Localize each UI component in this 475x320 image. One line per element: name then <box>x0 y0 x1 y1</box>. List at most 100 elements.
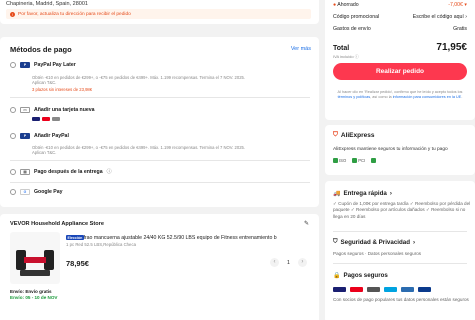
option-label: Google Pay <box>34 189 63 195</box>
product-title[interactable]: Sfrao mancuerna ajustable 24/40 KG 52.5/… <box>66 235 311 241</box>
option-label: Añadir una tarjeta nueva <box>34 107 95 113</box>
see-more-link[interactable]: Ver más <box>291 46 311 52</box>
divider <box>333 231 467 232</box>
trust-card: ⛉ AliExpress AliExpress mantiene seguros… <box>325 125 475 175</box>
aliexpress-logo: ⛉ AliExpress <box>333 131 375 139</box>
card-icon <box>418 287 431 292</box>
mastercard-icon <box>42 117 50 121</box>
legal-text: Al hacer clic en 'Realizar pedido', conf… <box>337 90 463 99</box>
lock-icon: 🔒 <box>333 273 341 279</box>
truck-icon: 🚚 <box>333 191 341 197</box>
product-variant[interactable]: 1 pc Red 52.5 LBS,República Checa <box>66 242 136 247</box>
saved-row: ● Ahorrado -7,00€ ▾ <box>333 2 467 8</box>
card-brand-icon <box>52 117 60 121</box>
benefits-card: 🚚 Entrega rápida › ✓ Cupón de 1,00€ por … <box>325 181 475 320</box>
radio-button[interactable] <box>10 189 16 195</box>
address-warning[interactable]: ! Por favor, actualiza tu dirección para… <box>6 9 311 19</box>
google-pay-icon: G <box>20 189 30 195</box>
visa-icon <box>32 117 40 121</box>
divider <box>10 182 310 183</box>
option-label: Añadir PayPal <box>34 133 69 139</box>
eu-info-link[interactable]: información para consumidores en la UE <box>393 95 462 99</box>
shield-icon: ⛉ <box>333 131 338 138</box>
delivery-text: ✓ Cupón de 1,00€ por entrega tardía ✓ Re… <box>333 201 471 219</box>
warning-icon: ! <box>10 11 15 17</box>
payment-option-cod[interactable]: ▤ Pago después de la entrega ⓘ <box>10 168 112 175</box>
option-note: Aplican T&C. <box>32 80 57 85</box>
total-value: 71,95€ <box>436 42 467 53</box>
address-warning-text: Por favor, actualiza tu dirección para r… <box>18 11 131 17</box>
shipping-label: Gastos de envío <box>333 26 371 32</box>
security-heading[interactable]: ⛉ Seguridad & Privacidad › <box>333 239 415 246</box>
store-name[interactable]: VEVOR Household Appliance Store <box>10 221 104 227</box>
cert-badges: ISO PCI <box>333 158 377 163</box>
iso-badge: ISO <box>333 158 346 163</box>
increase-button[interactable]: › <box>297 258 307 267</box>
radio-button[interactable] <box>10 62 16 68</box>
payment-option-paypal[interactable]: P Añadir PayPal <box>10 133 69 139</box>
card-icon <box>401 287 414 292</box>
saved-value[interactable]: -7,00€ ▾ <box>448 2 467 8</box>
shipping-cost: Envío: Envío gratis <box>10 289 52 294</box>
mastercard-icon <box>350 287 363 292</box>
delivery-heading[interactable]: 🚚 Entrega rápida › <box>333 190 392 197</box>
payment-logos <box>333 287 431 292</box>
dumbbell-icon <box>16 250 54 276</box>
secure-payments-heading: 🔒 Pagos seguros <box>333 272 388 279</box>
promo-row[interactable]: Código promocional Escribe el código aqu… <box>333 14 467 20</box>
payment-option-paypal-later[interactable]: P PayPal Pay Later <box>10 62 76 68</box>
installments-note: 3 plazos sin intereses de 23,98€ <box>32 87 93 92</box>
cash-icon: ▤ <box>20 168 30 175</box>
divider <box>10 97 310 98</box>
radio-button[interactable] <box>10 107 16 113</box>
address-card: Chapineria, Madrid, Spain, 28001 ! Por f… <box>0 0 319 24</box>
terms-link[interactable]: términos y políticas <box>338 95 371 99</box>
option-label: Pago después de la entrega <box>34 168 103 175</box>
vat-note: IVA incluido ⓘ <box>333 54 359 59</box>
visa-icon <box>333 287 346 292</box>
info-icon[interactable]: ⓘ <box>107 168 112 175</box>
total-row: Total 71,95€ <box>333 42 467 53</box>
store-card: VEVOR Household Appliance Store ✎ Sfrao … <box>0 214 319 320</box>
quantity-value: 1 <box>287 259 290 266</box>
shield-icon: ⛉ <box>333 239 338 245</box>
card-icon <box>384 287 397 292</box>
pci-badge: PCI <box>352 158 365 163</box>
place-order-button[interactable]: Realizar pedido <box>333 63 467 80</box>
secure-payments-text: Con socios de pago populares tus datos p… <box>333 297 469 302</box>
payment-methods-card: Métodos de pago Ver más P PayPal Pay Lat… <box>0 37 319 207</box>
radio-button[interactable] <box>10 133 16 139</box>
payment-option-new-card[interactable]: ▭ Añadir una tarjeta nueva <box>10 107 95 113</box>
shipping-row: Gastos de envío Gratis <box>333 26 467 32</box>
decrease-button[interactable]: ‹ <box>270 258 279 267</box>
cert-badge <box>371 158 377 163</box>
product-image[interactable] <box>10 232 60 284</box>
paypal-icon: P <box>20 133 30 139</box>
radio-button[interactable] <box>10 168 16 175</box>
security-text: Pagos seguros · Datos personales seguros <box>333 251 422 256</box>
paypal-icon: P <box>20 62 30 68</box>
option-note: Aplican T&C. <box>32 150 57 155</box>
choice-badge: Elección <box>66 235 84 240</box>
divider <box>333 263 467 264</box>
info-icon[interactable]: ⓘ <box>355 54 359 59</box>
card-icon <box>367 287 380 292</box>
total-label: Total <box>333 45 350 52</box>
payment-option-gpay[interactable]: G Google Pay <box>10 189 63 195</box>
address-text: Chapineria, Madrid, Spain, 28001 <box>6 1 88 7</box>
promo-input[interactable]: Escribe el código aquí › <box>413 14 467 20</box>
payment-title: Métodos de pago <box>10 45 72 54</box>
option-label: PayPal Pay Later <box>34 62 76 68</box>
divider <box>10 160 310 161</box>
shipping-value: Gratis <box>453 26 467 32</box>
product-price: 78,95€ <box>66 259 89 268</box>
edit-icon[interactable]: ✎ <box>304 220 309 227</box>
order-summary-card: ● Ahorrado -7,00€ ▾ Código promocional E… <box>325 0 475 120</box>
card-icon: ▭ <box>20 107 30 113</box>
promo-label: Código promocional <box>333 14 380 20</box>
saved-label: ● Ahorrado <box>333 2 359 8</box>
trust-text: AliExpress mantiene seguros tu informaci… <box>333 147 448 152</box>
card-brands <box>32 117 60 121</box>
shipping-date: Envío: 05 - 10 de NOV <box>10 295 58 300</box>
quantity-stepper: ‹ 1 › <box>270 258 307 267</box>
